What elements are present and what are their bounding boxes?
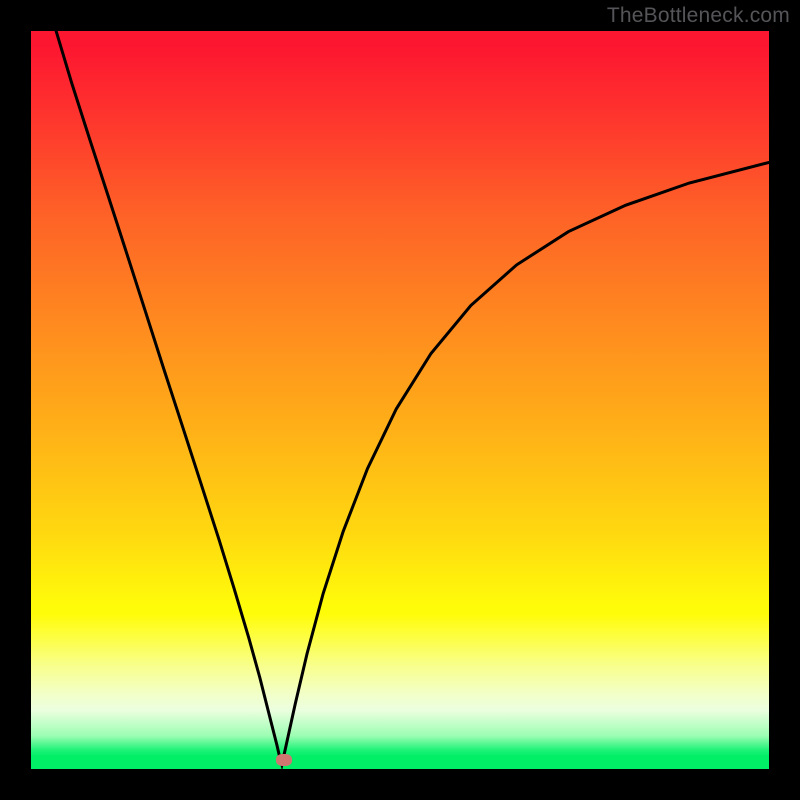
plot-area <box>31 31 769 769</box>
minimum-marker <box>276 754 292 766</box>
chart-frame: TheBottleneck.com <box>0 0 800 800</box>
bottleneck-curve <box>31 31 769 769</box>
curve-path <box>56 31 769 765</box>
watermark-text: TheBottleneck.com <box>607 4 790 28</box>
